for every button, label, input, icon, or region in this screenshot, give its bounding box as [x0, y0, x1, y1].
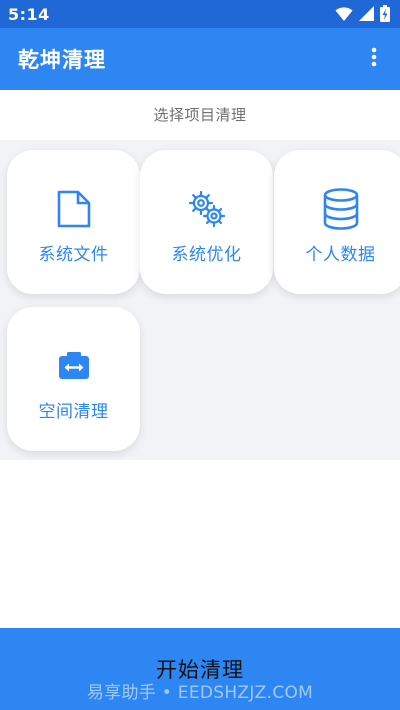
card-label: 系统文件: [38, 245, 109, 265]
signal-icon: [359, 6, 374, 25]
file-icon: [56, 188, 92, 230]
card-label: 系统优化: [171, 245, 242, 265]
battery-icon: [380, 5, 390, 26]
more-options-button[interactable]: [362, 46, 386, 72]
start-cleanup-button[interactable]: 开始清理 易享助手 • EEDSHZJZ.COM: [0, 628, 400, 710]
app-title: 乾坤清理: [18, 48, 106, 72]
card-label: 个人数据: [305, 245, 376, 265]
app-bar: 乾坤清理: [0, 28, 400, 90]
wifi-icon: [335, 6, 353, 26]
card-system-optimize[interactable]: 系统优化: [140, 150, 273, 294]
card-space-cleanup[interactable]: 空间清理: [7, 307, 140, 451]
database-icon: [322, 188, 360, 230]
app-screen: 5:14 乾坤清理 选择项目清理 系统文件 系统优化 个人数据 空间清理 开始清…: [0, 0, 400, 710]
storage-swap-icon: [57, 345, 91, 387]
cleanup-options-grid: 系统文件 系统优化 个人数据 空间清理: [0, 140, 400, 460]
status-bar: 5:14: [0, 0, 400, 28]
gears-icon: [187, 188, 227, 230]
more-vert-icon: [371, 47, 377, 71]
card-label: 空间清理: [38, 402, 109, 422]
card-personal-data[interactable]: 个人数据: [274, 150, 400, 294]
section-subtitle: 选择项目清理: [153, 106, 247, 124]
status-icons: [335, 5, 390, 26]
status-time: 5:14: [8, 5, 50, 24]
card-system-files[interactable]: 系统文件: [7, 150, 140, 294]
watermark-text: 易享助手 • EEDSHZJZ.COM: [86, 683, 314, 703]
